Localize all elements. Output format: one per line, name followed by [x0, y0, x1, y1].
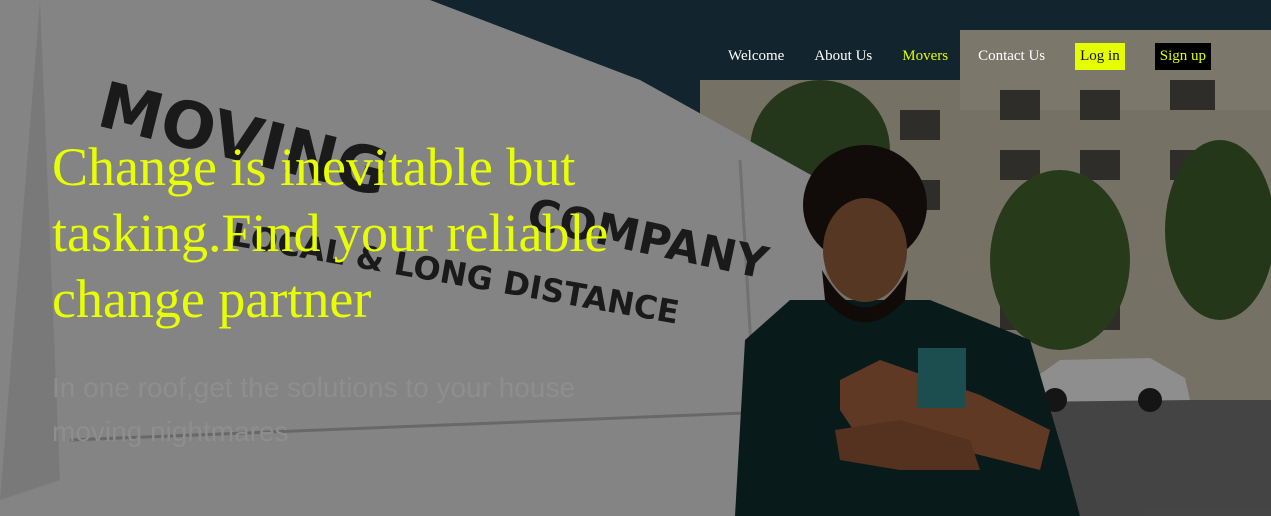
nav-link-welcome[interactable]: Welcome [728, 49, 784, 64]
signup-button[interactable]: Sign up [1154, 43, 1211, 70]
hero-headline: Change is inevitable but tasking.Find yo… [52, 137, 609, 329]
nav-link-contact-us[interactable]: Contact Us [978, 49, 1045, 64]
top-navigation: Welcome About Us Movers Contact Us Log i… [698, 43, 1211, 70]
nav-link-movers[interactable]: Movers [902, 49, 948, 64]
nav-link-about-us[interactable]: About Us [814, 49, 872, 64]
login-button[interactable]: Log in [1075, 43, 1125, 70]
hero-subheadline: In one roof,get the solutions to your ho… [52, 372, 576, 447]
hero-section: MOVING COMPANY LOCAL & LONG DISTANCE Wel… [0, 0, 1271, 516]
